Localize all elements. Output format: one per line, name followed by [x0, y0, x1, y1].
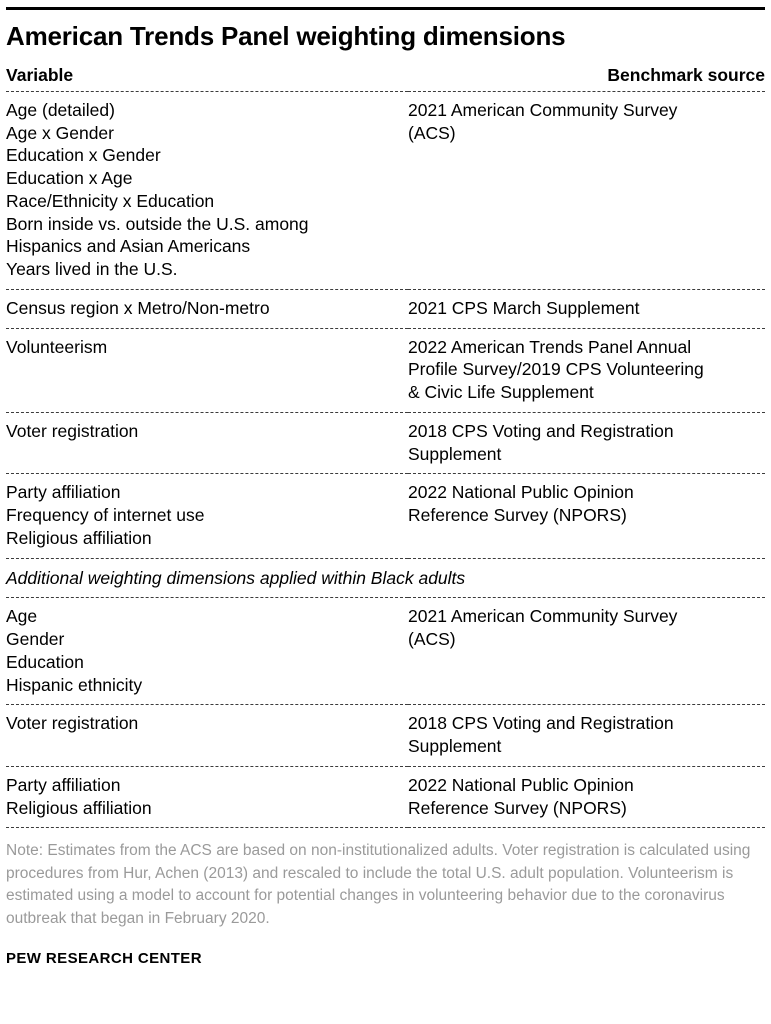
benchmark-source-text: 2021 American Community Survey (ACS) [408, 99, 678, 143]
variable-line: Gender [6, 629, 65, 650]
benchmark-source-text: 2018 CPS Voting and Registration Supplem… [408, 420, 674, 464]
variable-line: Years lived in the U.S. [6, 259, 178, 280]
table-row: Voter registration 2018 CPS Voting and Re… [6, 412, 765, 475]
cell-benchmark-source: 2022 National Public Opinion Reference S… [408, 473, 765, 559]
benchmark-source-text: 2021 CPS March Supplement [408, 297, 640, 318]
cell-benchmark-source: 2022 American Trends Panel Annual Profil… [408, 328, 765, 413]
table-row: Voter registration 2018 CPS Voting and Re… [6, 704, 765, 767]
cell-variable: Voter registration [6, 412, 408, 475]
variable-line: Voter registration [6, 713, 139, 734]
variable-line: Age [6, 606, 38, 627]
top-rule-divider [6, 7, 765, 10]
variable-line: Born inside vs. outside the U.S. among H… [6, 213, 309, 257]
weighting-dimensions-table: Variable Benchmark source Age (detailed)… [6, 65, 765, 829]
variable-line: Education x Gender [6, 145, 161, 166]
benchmark-source-text: 2022 National Public Opinion Reference S… [408, 482, 634, 526]
cell-variable: Age (detailed) Age x Gender Education x Ge… [6, 91, 408, 290]
variable-line: Race/Ethnicity x Education [6, 190, 215, 211]
cell-benchmark-source: 2021 American Community Survey (ACS) [408, 91, 765, 290]
benchmark-source-text: 2022 National Public Opinion Reference S… [408, 774, 634, 818]
variable-line: Party affiliation [6, 774, 121, 795]
table-row: Party affiliation Frequency of internet u… [6, 473, 765, 559]
variable-line: Volunteerism [6, 336, 108, 357]
variable-line: Religious affiliation [6, 527, 152, 548]
cell-variable: Volunteerism [6, 328, 408, 413]
figure-container: American Trends Panel weighting dimensio… [0, 0, 771, 1024]
benchmark-source-text: 2021 American Community Survey (ACS) [408, 606, 678, 650]
table-row: Age Gender Education Hispanic ethnicity 2021… [6, 597, 765, 706]
variable-line: Religious affiliation [6, 797, 152, 818]
variable-line: Age x Gender [6, 122, 114, 143]
table-row: Age (detailed) Age x Gender Education x Ge… [6, 91, 765, 290]
cell-variable: Age Gender Education Hispanic ethnicity [6, 597, 408, 706]
cell-section-label: Additional weighting dimensions applied … [6, 558, 765, 599]
variable-line: Hispanic ethnicity [6, 674, 143, 695]
cell-variable: Party affiliation Religious affiliation [6, 766, 408, 829]
cell-variable: Census region x Metro/Non-metro [6, 289, 408, 329]
table-row: Party affiliation Religious affiliation 20… [6, 766, 765, 829]
column-header-benchmark-source: Benchmark source [408, 65, 765, 92]
table-body: Age (detailed) Age x Gender Education x Ge… [6, 91, 765, 829]
section-label-text: Additional weighting dimensions applied … [6, 567, 466, 588]
variable-line: Education [6, 651, 84, 672]
variable-line: Age (detailed) [6, 99, 115, 120]
table-header-row: Variable Benchmark source [6, 65, 765, 92]
table-section-header-row: Additional weighting dimensions applied … [6, 558, 765, 599]
variable-line: Education x Age [6, 168, 133, 189]
cell-benchmark-source: 2022 National Public Opinion Reference S… [408, 766, 765, 829]
table-row: Volunteerism 2022 American Trends Panel A… [6, 328, 765, 413]
variable-line: Census region x Metro/Non-metro [6, 297, 270, 318]
table-row: Census region x Metro/Non-metro 2021 CPS … [6, 289, 765, 329]
column-header-variable: Variable [6, 65, 408, 92]
variable-line: Frequency of internet use [6, 505, 205, 526]
source-footer: PEW RESEARCH CENTER [6, 950, 202, 968]
cell-variable: Party affiliation Frequency of internet u… [6, 473, 408, 559]
cell-benchmark-source: 2018 CPS Voting and Registration Supplem… [408, 704, 765, 767]
cell-benchmark-source: 2021 CPS March Supplement [408, 289, 765, 329]
page-title: American Trends Panel weighting dimensio… [6, 21, 566, 51]
benchmark-source-text: 2018 CPS Voting and Registration Supplem… [408, 713, 674, 757]
benchmark-source-text: 2022 American Trends Panel Annual Profil… [408, 336, 704, 403]
cell-variable: Voter registration [6, 704, 408, 767]
variable-line: Party affiliation [6, 482, 121, 503]
cell-benchmark-source: 2018 CPS Voting and Registration Supplem… [408, 412, 765, 475]
variable-line: Voter registration [6, 420, 139, 441]
cell-benchmark-source: 2021 American Community Survey (ACS) [408, 597, 765, 706]
note-text: Note: Estimates from the ACS are based o… [6, 842, 751, 927]
